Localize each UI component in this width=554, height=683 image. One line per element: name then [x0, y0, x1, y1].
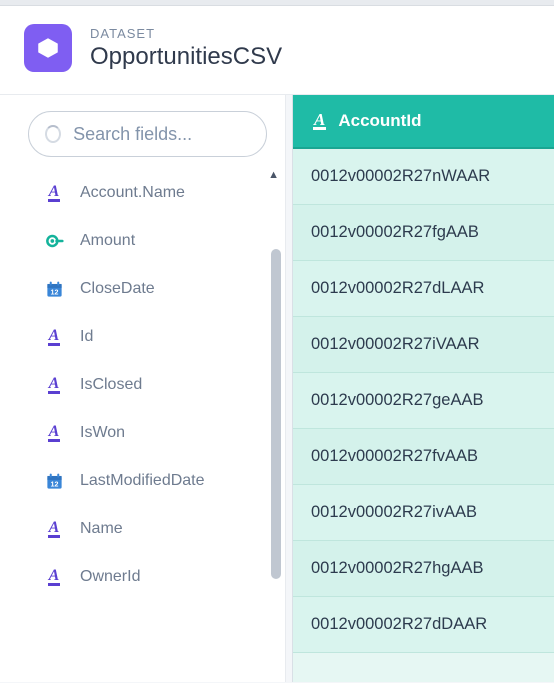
field-item-ownerid[interactable]: A OwnerId: [0, 553, 285, 601]
text-type-icon: A: [44, 423, 64, 443]
dataset-header: DATASET OpportunitiesCSV: [0, 6, 554, 95]
field-label: CloseDate: [80, 280, 155, 298]
measure-type-icon: [44, 231, 64, 251]
data-cell[interactable]: 0012v00002R27geAAB: [293, 373, 554, 429]
svg-text:12: 12: [50, 288, 58, 296]
text-type-icon: A: [44, 567, 64, 587]
data-column-pane: A AccountId 0012v00002R27nWAAR 0012v0000…: [292, 95, 554, 682]
field-item-account-name[interactable]: A Account.Name: [0, 169, 285, 217]
field-label: OwnerId: [80, 568, 140, 586]
field-label: Name: [80, 520, 123, 538]
date-type-icon: 12: [44, 471, 64, 491]
field-item-name[interactable]: A Name: [0, 505, 285, 553]
scroll-up-arrow-icon[interactable]: ▲: [268, 169, 279, 181]
fields-list: ▲ A Account.Name Amount 12 CloseDate A I…: [0, 169, 285, 601]
field-label: Id: [80, 328, 93, 346]
text-type-icon: A: [44, 519, 64, 539]
data-cell[interactable]: 0012v00002R27dLAAR: [293, 261, 554, 317]
data-cell[interactable]: 0012v00002R27iVAAR: [293, 317, 554, 373]
field-label: IsClosed: [80, 376, 142, 394]
dataset-icon: [24, 24, 72, 72]
fields-sidebar: ▲ A Account.Name Amount 12 CloseDate A I…: [0, 95, 286, 682]
field-item-iswon[interactable]: A IsWon: [0, 409, 285, 457]
field-item-lastmodifieddate[interactable]: 12 LastModifiedDate: [0, 457, 285, 505]
search-field-container[interactable]: [28, 111, 267, 157]
svg-text:12: 12: [50, 480, 58, 488]
column-header-label: AccountId: [338, 111, 421, 131]
data-rows: 0012v00002R27nWAAR 0012v00002R27fgAAB 00…: [293, 149, 554, 682]
text-type-icon: A: [44, 327, 64, 347]
field-label: Amount: [80, 232, 135, 250]
column-header-accountid[interactable]: A AccountId: [293, 95, 554, 149]
dataset-label: DATASET: [90, 26, 282, 41]
date-type-icon: 12: [44, 279, 64, 299]
text-type-icon: A: [313, 112, 326, 130]
data-cell[interactable]: 0012v00002R27fvAAB: [293, 429, 554, 485]
field-item-amount[interactable]: Amount: [0, 217, 285, 265]
field-item-id[interactable]: A Id: [0, 313, 285, 361]
text-type-icon: A: [44, 375, 64, 395]
data-cell[interactable]: 0012v00002R27fgAAB: [293, 205, 554, 261]
field-label: LastModifiedDate: [80, 472, 205, 490]
field-label: IsWon: [80, 424, 125, 442]
data-cell[interactable]: 0012v00002R27ivAAB: [293, 485, 554, 541]
field-item-isclosed[interactable]: A IsClosed: [0, 361, 285, 409]
search-loading-icon: [45, 125, 61, 143]
dataset-title: OpportunitiesCSV: [90, 43, 282, 71]
sidebar-scrollbar[interactable]: [271, 249, 281, 579]
data-cell[interactable]: 0012v00002R27hgAAB: [293, 541, 554, 597]
data-cell[interactable]: 0012v00002R27dDAAR: [293, 597, 554, 653]
text-type-icon: A: [44, 183, 64, 203]
main-body: ▲ A Account.Name Amount 12 CloseDate A I…: [0, 95, 554, 682]
data-cell[interactable]: 0012v00002R27nWAAR: [293, 149, 554, 205]
search-input[interactable]: [73, 124, 250, 145]
field-item-closedate[interactable]: 12 CloseDate: [0, 265, 285, 313]
field-label: Account.Name: [80, 184, 185, 202]
